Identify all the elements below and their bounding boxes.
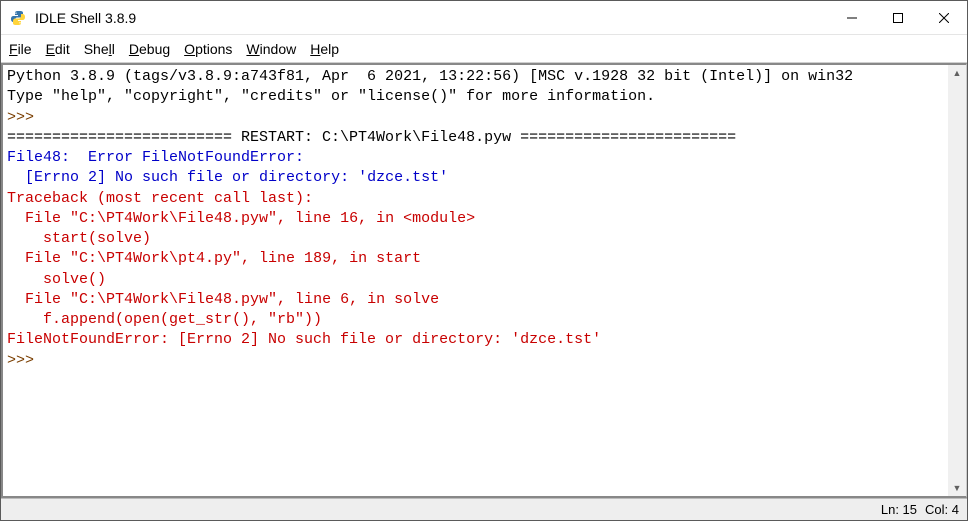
menu-options[interactable]: Options [184,41,232,57]
prompt: >>> [7,109,43,126]
status-col: Col: 4 [925,502,959,517]
scroll-up-icon[interactable]: ▲ [951,67,963,79]
menu-help[interactable]: Help [310,41,339,57]
menu-shell[interactable]: Shell [84,41,115,57]
python-idle-icon [9,9,27,27]
traceback-location: File "C:\PT4Work\pt4.py", line 189, in s… [7,250,421,267]
menu-debug[interactable]: Debug [129,41,170,57]
traceback-code: solve() [7,271,106,288]
vertical-scrollbar[interactable]: ▲ ▼ [948,65,966,496]
task-error-header: File48: Error FileNotFoundError: [7,149,304,166]
final-error: FileNotFoundError: [Errno 2] No such fil… [7,331,601,348]
shell-text[interactable]: Python 3.8.9 (tags/v3.8.9:a743f81, Apr 6… [3,65,948,496]
menubar: File Edit Shell Debug Options Window Hel… [1,35,967,63]
prompt: >>> [7,352,43,369]
minimize-button[interactable] [829,1,875,34]
close-button[interactable] [921,1,967,34]
banner-line: Type "help", "copyright", "credits" or "… [7,88,655,105]
statusbar: Ln: 15 Col: 4 [1,498,967,520]
scroll-down-icon[interactable]: ▼ [951,482,963,494]
traceback-location: File "C:\PT4Work\File48.pyw", line 6, in… [7,291,439,308]
task-error-msg: [Errno 2] No such file or directory: 'dz… [7,169,448,186]
banner-line: Python 3.8.9 (tags/v3.8.9:a743f81, Apr 6… [7,68,853,85]
traceback-header: Traceback (most recent call last): [7,190,313,207]
titlebar: IDLE Shell 3.8.9 [1,1,967,35]
traceback-code: start(solve) [7,230,151,247]
maximize-button[interactable] [875,1,921,34]
restart-line: ========================= RESTART: C:\PT… [7,129,736,146]
menu-window[interactable]: Window [246,41,296,57]
window-title: IDLE Shell 3.8.9 [35,10,829,26]
menu-file[interactable]: File [9,41,32,57]
menu-edit[interactable]: Edit [46,41,70,57]
shell-content-area: Python 3.8.9 (tags/v3.8.9:a743f81, Apr 6… [1,63,967,498]
traceback-code: f.append(open(get_str(), "rb")) [7,311,322,328]
traceback-location: File "C:\PT4Work\File48.pyw", line 16, i… [7,210,475,227]
status-line: Ln: 15 [881,502,917,517]
window-controls [829,1,967,34]
